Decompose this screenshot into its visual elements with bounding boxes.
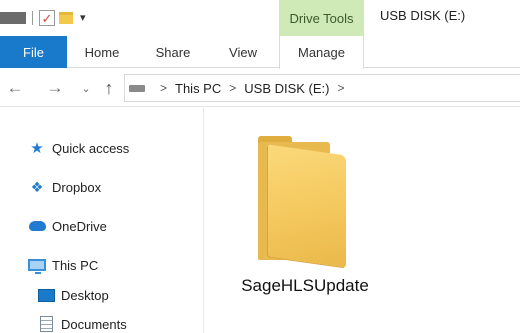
sidebar-item-quick-access[interactable]: ★ Quick access [28, 136, 129, 160]
sidebar-item-dropbox[interactable]: ❖ Dropbox [28, 175, 101, 199]
documents-icon [37, 316, 55, 332]
sidebar-item-label: Documents [61, 316, 127, 332]
window-icon[interactable] [0, 12, 26, 24]
star-icon: ★ [30, 139, 44, 157]
sidebar-item-onedrive[interactable]: OneDrive [28, 214, 107, 238]
new-folder-icon[interactable] [59, 12, 73, 24]
window-title: USB DISK (E:) [380, 8, 466, 23]
cloud-icon [28, 218, 46, 234]
navigation-pane: ★ Quick access ❖ Dropbox OneDrive This P… [0, 108, 204, 333]
drive-icon [129, 84, 145, 92]
up-arrow-icon[interactable]: ↑ [96, 69, 122, 107]
title-bar: ✓ ▾ Drive Tools USB DISK (E:) [0, 0, 520, 36]
sidebar-item-this-pc[interactable]: This PC [28, 253, 98, 277]
sidebar-item-documents[interactable]: Documents [37, 312, 127, 333]
forward-arrow-icon[interactable]: → [42, 69, 68, 107]
sidebar-item-desktop[interactable]: Desktop [37, 283, 109, 307]
sidebar-item-label: OneDrive [52, 218, 107, 234]
breadcrumb-this-pc[interactable]: This PC [175, 81, 221, 96]
recent-locations-chevron-icon[interactable]: ⌄ [77, 69, 95, 107]
tab-home[interactable]: Home [67, 36, 137, 68]
customize-toolbar-chevron-icon[interactable]: ▾ [80, 12, 86, 24]
tab-manage[interactable]: Manage [279, 36, 364, 69]
folder-sagehlsupdate[interactable] [244, 128, 358, 278]
sidebar-item-label: Desktop [61, 287, 109, 303]
toolbar-divider [32, 11, 33, 25]
properties-icon[interactable]: ✓ [39, 10, 55, 26]
breadcrumb-separator-icon[interactable]: > [160, 81, 167, 95]
tab-share[interactable]: Share [137, 36, 209, 68]
quick-access-toolbar: ✓ ▾ [0, 10, 86, 26]
folder-name-label[interactable]: SageHLSUpdate [230, 276, 380, 296]
navigation-bar: ← → ⌄ ↑ > This PC > USB DISK (E:) > [0, 69, 520, 107]
dropbox-icon: ❖ [30, 179, 44, 195]
tab-view[interactable]: View [209, 36, 277, 68]
tab-file[interactable]: File [0, 36, 67, 68]
drive-tools-contextual-header: Drive Tools [279, 0, 364, 36]
back-arrow-icon[interactable]: ← [2, 69, 28, 107]
desktop-icon [37, 287, 55, 303]
sidebar-item-label: This PC [52, 257, 99, 273]
breadcrumb-usb-disk[interactable]: USB DISK (E:) [244, 81, 329, 96]
breadcrumb-separator-icon[interactable]: > [229, 81, 236, 95]
sidebar-item-label: Dropbox [52, 179, 102, 195]
breadcrumb-separator-icon[interactable]: > [338, 81, 345, 95]
address-bar[interactable]: > This PC > USB DISK (E:) > [124, 74, 520, 102]
monitor-icon [28, 257, 46, 274]
sidebar-item-label: Quick access [52, 140, 130, 156]
ribbon-tab-bar: File Home Share View Manage [0, 36, 520, 69]
